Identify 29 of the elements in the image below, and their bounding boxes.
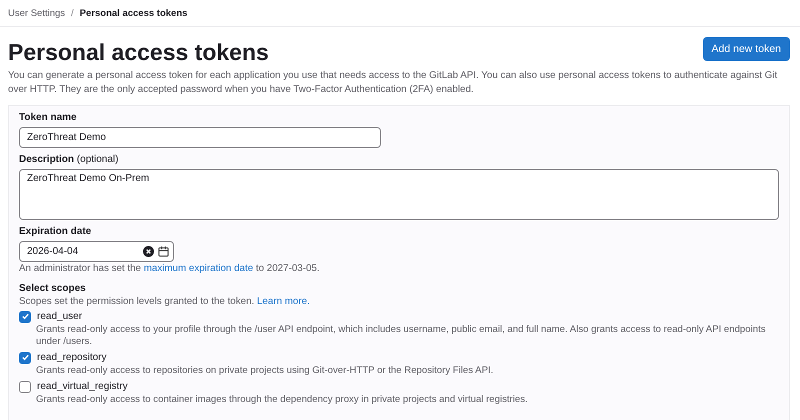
- checkbox[interactable]: [19, 380, 31, 392]
- token-name-field[interactable]: ZeroThreat Demo: [19, 127, 381, 148]
- scope-description: Grants read-only access to repositories on private projects using Git-over-HTTP or the Repository Files API.: [36, 365, 494, 377]
- expiration-date-field[interactable]: 2026-04-04: [19, 241, 174, 262]
- add-token-button[interactable]: Add new token: [702, 36, 790, 60]
- scope-description: Grants read-only access to your profile through the /user API endpoint, which includes username, public email, and full name. Also grants access to read-only API endpoints under /users.: [36, 324, 767, 348]
- field-label: Expiration date: [19, 226, 92, 237]
- checkbox[interactable]: [19, 310, 31, 322]
- breadcrumb-link[interactable]: Personal access tokens: [80, 8, 188, 18]
- breadcrumb-separator: /: [71, 8, 74, 18]
- field-label: Select scopes: [19, 283, 87, 294]
- optional-note: (optional): [76, 154, 118, 165]
- help-text: An administrator has set the maximum expiration date to 2027-03-05.: [19, 263, 321, 274]
- page-title: Personal access tokens: [8, 39, 269, 66]
- scope-name: read_user: [37, 311, 82, 322]
- description-field[interactable]: ZeroThreat Demo On-Prem: [19, 169, 779, 220]
- checkbox[interactable]: [19, 352, 31, 364]
- scope-name: read_repository: [37, 352, 106, 363]
- learn-more-link[interactable]: Learn more.: [256, 296, 310, 307]
- link[interactable]: maximum expiration date: [144, 263, 254, 274]
- field-label: Token name: [19, 112, 78, 123]
- clear-icon[interactable]: [143, 246, 154, 257]
- intro-text: You can generate a personal access token for each application you use that needs access to the GitLab API. You can also use personal access tokens to authenticate against Git over HTTP. They are the only accepted password when you have Two-Factor Authentication (2FA) enabled.: [8, 69, 778, 97]
- field-label: Description: [19, 154, 74, 165]
- breadcrumb-link[interactable]: User Settings: [8, 8, 66, 18]
- calendar-icon[interactable]: [158, 246, 169, 257]
- scope-description: Grants read-only access to container images through the dependency proxy in private projects and virtual registries.: [36, 394, 529, 406]
- scope-name: read_virtual_registry: [37, 381, 128, 392]
- help-text: Scopes set the permission levels granted to the token. Learn more.: [19, 296, 311, 307]
